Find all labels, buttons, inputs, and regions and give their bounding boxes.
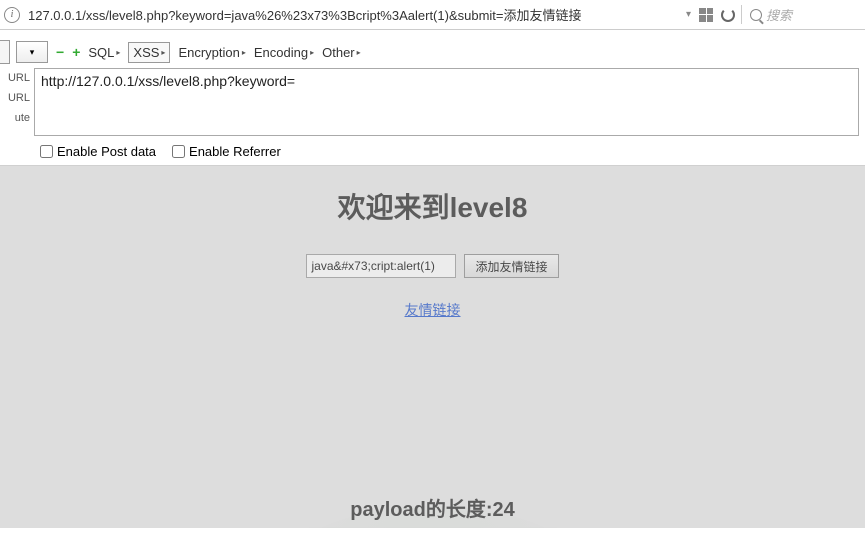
- address-input[interactable]: [26, 5, 680, 24]
- referrer-label: Enable Referrer: [189, 144, 281, 159]
- enable-post-data-checkbox[interactable]: Enable Post data: [40, 144, 156, 159]
- hackbar-panel: ▾ − + SQL▸ XSS▸ Encryption▸ Encoding▸ Ot…: [0, 38, 865, 166]
- payload-length-text: payload的长度:24: [350, 493, 514, 522]
- side-label-url2: URL: [2, 92, 30, 104]
- post-data-checkbox-input[interactable]: [40, 145, 53, 158]
- search-placeholder: 搜索: [766, 5, 792, 24]
- enable-referrer-checkbox[interactable]: Enable Referrer: [172, 144, 281, 159]
- dropdown-caret-icon[interactable]: ▾: [686, 9, 691, 20]
- browser-url-bar: i ▾ 搜索: [0, 0, 865, 30]
- submit-button[interactable]: 添加友情链接: [464, 254, 558, 278]
- refresh-icon[interactable]: [721, 8, 735, 22]
- link-row: 友情链接: [0, 300, 865, 320]
- side-label-ute: ute: [2, 112, 30, 124]
- hackbar-toolbar-row: ▾ − + SQL▸ XSS▸ Encryption▸ Encoding▸ Ot…: [0, 38, 865, 66]
- hackbar-url-textarea[interactable]: http://127.0.0.1/xss/level8.php?keyword=: [34, 68, 859, 136]
- xss-menu[interactable]: XSS▸: [128, 42, 170, 63]
- form-row: 添加友情链接: [0, 254, 865, 278]
- sql-menu[interactable]: SQL▸: [88, 45, 120, 60]
- minus-icon[interactable]: −: [56, 44, 64, 60]
- toolbar-dropdown[interactable]: ▾: [16, 41, 48, 63]
- qr-icon[interactable]: [699, 8, 713, 22]
- side-label-url: URL: [2, 72, 30, 84]
- friend-link[interactable]: 友情链接: [405, 302, 461, 318]
- encryption-menu[interactable]: Encryption▸: [178, 45, 245, 60]
- page-content: 欢迎来到level8 添加友情链接 友情链接 payload的长度:24 完成的…: [0, 166, 865, 528]
- hackbar-options: Enable Post data Enable Referrer: [0, 138, 865, 165]
- search-box[interactable]: 搜索: [741, 5, 861, 24]
- plus-icon[interactable]: +: [72, 44, 80, 60]
- keyword-input[interactable]: [306, 254, 456, 278]
- url-actions: ▾: [686, 8, 735, 22]
- page-title: 欢迎来到level8: [0, 186, 865, 226]
- hackbar-body: URL URL ute http://127.0.0.1/xss/level8.…: [0, 66, 865, 138]
- info-icon[interactable]: i: [4, 7, 20, 23]
- panel-tab[interactable]: [0, 40, 10, 64]
- referrer-checkbox-input[interactable]: [172, 145, 185, 158]
- encoding-menu[interactable]: Encoding▸: [254, 45, 314, 60]
- search-icon: [750, 9, 762, 21]
- other-menu[interactable]: Other▸: [322, 45, 361, 60]
- hackbar-side-labels: URL URL ute: [0, 66, 32, 138]
- post-data-label: Enable Post data: [57, 144, 156, 159]
